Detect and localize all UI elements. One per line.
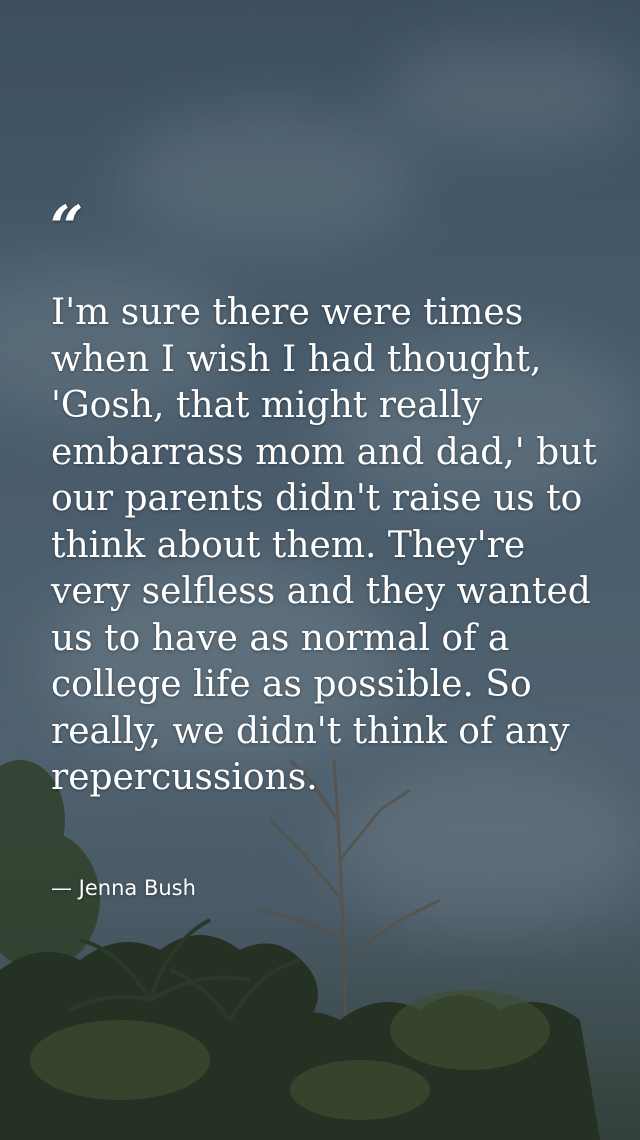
quote-card: “ I'm sure there were times when I wish … [0, 0, 640, 1140]
quote-text: I'm sure there were times when I wish I … [51, 292, 597, 798]
quote-mark-icon: “ [50, 193, 84, 261]
quote-author: — Jenna Bush [51, 876, 196, 900]
